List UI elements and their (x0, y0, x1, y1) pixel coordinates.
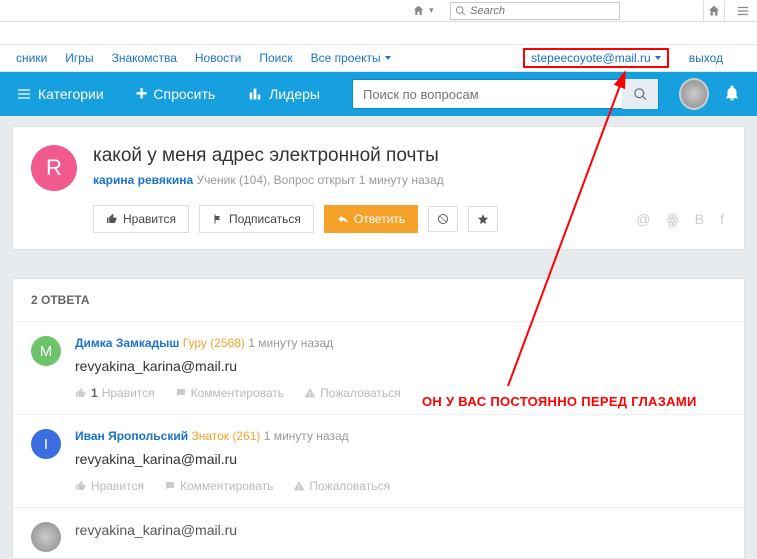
answer-comment[interactable]: Комментировать (164, 479, 273, 493)
share-ok-icon[interactable]: ꙮ (666, 211, 678, 228)
logout-link[interactable]: выход (689, 51, 723, 65)
current-user-avatar[interactable] (31, 522, 61, 552)
search-icon (633, 87, 648, 102)
bell-icon (723, 84, 741, 102)
answerer-name[interactable]: Димка Замкадыш (75, 336, 179, 350)
thumbs-up-icon (106, 213, 118, 225)
answer-report[interactable]: Пожаловаться (304, 386, 401, 400)
answerer-avatar[interactable]: М (31, 336, 61, 366)
share-vk-icon[interactable]: B (695, 211, 704, 228)
browser-search-input[interactable] (466, 5, 615, 17)
answers-card: 2 ОТВЕТА М Димка Замкадыш Гуру (2568) 1 … (12, 278, 745, 559)
reply-icon (337, 213, 349, 225)
answer-item: I Иван Яропольский Знаток (261) 1 минуту… (13, 415, 744, 508)
answerer-rank: Гуру (2568) (183, 336, 245, 350)
answerer-rank: Знаток (261) (191, 429, 260, 443)
hamburger-icon (735, 4, 751, 18)
share-fb-icon[interactable]: f (720, 211, 724, 228)
caret-down-icon (655, 56, 661, 60)
answer-meta: Иван Яропольский Знаток (261) 1 минуту н… (75, 429, 726, 443)
question-search (352, 79, 659, 109)
answer-text: revyakina_karina@mail.ru (75, 358, 726, 374)
warning-icon (293, 480, 305, 492)
user-avatar[interactable] (679, 78, 709, 110)
answer-text: revyakina_karina@mail.ru (75, 451, 726, 467)
subscribe-button[interactable]: Подписаться (199, 205, 314, 233)
answers-header: 2 ОТВЕТА (13, 279, 744, 322)
nav-all-projects[interactable]: Все проекты (311, 51, 391, 65)
browser-search[interactable] (450, 2, 620, 20)
star-icon (477, 213, 489, 225)
asker-avatar[interactable]: R (31, 145, 77, 191)
favorite-button[interactable] (468, 206, 498, 232)
question-search-input[interactable] (353, 87, 622, 102)
home-button[interactable] (703, 1, 725, 21)
chart-icon (247, 86, 263, 102)
answer-time: 1 минуту назад (264, 429, 349, 443)
like-button[interactable]: Нравится (93, 205, 189, 233)
answer-comment[interactable]: Комментировать (175, 386, 284, 400)
answerer-name[interactable]: Иван Яропольский (75, 429, 188, 443)
leaders-button[interactable]: Лидеры (247, 86, 320, 102)
answer-button[interactable]: Ответить (324, 205, 418, 233)
home-icon (707, 4, 721, 18)
question-card: R какой у меня адрес электронной почты к… (12, 126, 745, 250)
answerer-avatar[interactable]: I (31, 429, 61, 459)
question-meta: карина ревякина Ученик (104), Вопрос отк… (93, 173, 726, 187)
categories-button[interactable]: Категории (16, 86, 104, 102)
search-icon (455, 5, 466, 17)
flag-icon (212, 213, 224, 225)
answer-time: 1 минуту назад (248, 336, 333, 350)
answer-input[interactable]: revyakina_karina@mail.ru (75, 522, 726, 538)
nav-link[interactable]: сники (16, 51, 47, 65)
annotation-text: ОН У ВАС ПОСТОЯННО ПЕРЕД ГЛАЗАМИ (422, 394, 697, 409)
browser-toolbar: ▾ (0, 0, 757, 22)
caret-down-icon (385, 56, 391, 60)
asker-name[interactable]: карина ревякина (93, 173, 193, 187)
main-toolbar: Категории + Спросить Лидеры (0, 72, 757, 116)
nav-link[interactable]: Новости (195, 51, 241, 65)
top-nav: сники Игры Знакомства Новости Поиск Все … (0, 44, 757, 72)
share-at-icon[interactable]: @ (636, 211, 650, 228)
answer-like[interactable]: Нравится (75, 479, 144, 493)
comment-icon (164, 480, 176, 492)
comment-icon (175, 387, 187, 399)
list-icon (16, 86, 32, 102)
home-dropdown-icon[interactable] (412, 4, 425, 17)
hamburger-button[interactable] (735, 4, 751, 18)
answer-like[interactable]: 1Нравится (75, 386, 155, 400)
browser-icon-group: ▾ (412, 4, 434, 17)
user-email-dropdown[interactable]: stepeecoyote@mail.ru (523, 48, 669, 68)
search-button[interactable] (622, 79, 658, 109)
content-area: R какой у меня адрес электронной почты к… (0, 116, 757, 559)
nav-link[interactable]: Поиск (259, 51, 292, 65)
notifications-button[interactable] (723, 84, 741, 105)
nav-link[interactable]: Знакомства (112, 51, 177, 65)
plus-icon: + (136, 84, 148, 104)
question-title: какой у меня адрес электронной почты (93, 145, 726, 167)
thumbs-up-icon (75, 387, 87, 399)
thumbs-up-icon (75, 480, 87, 492)
question-actions: Нравится Подписаться Ответить @ ꙮ B f (13, 205, 744, 249)
ask-button[interactable]: + Спросить (136, 84, 215, 104)
answer-input-row: revyakina_karina@mail.ru (13, 508, 744, 558)
block-icon (437, 213, 449, 225)
answer-report[interactable]: Пожаловаться (293, 479, 390, 493)
answer-meta: Димка Замкадыш Гуру (2568) 1 минуту наза… (75, 336, 726, 350)
social-share: @ ꙮ B f (636, 211, 744, 228)
block-button[interactable] (428, 206, 458, 232)
warning-icon (304, 387, 316, 399)
user-email: stepeecoyote@mail.ru (531, 51, 651, 65)
nav-link[interactable]: Игры (65, 51, 93, 65)
